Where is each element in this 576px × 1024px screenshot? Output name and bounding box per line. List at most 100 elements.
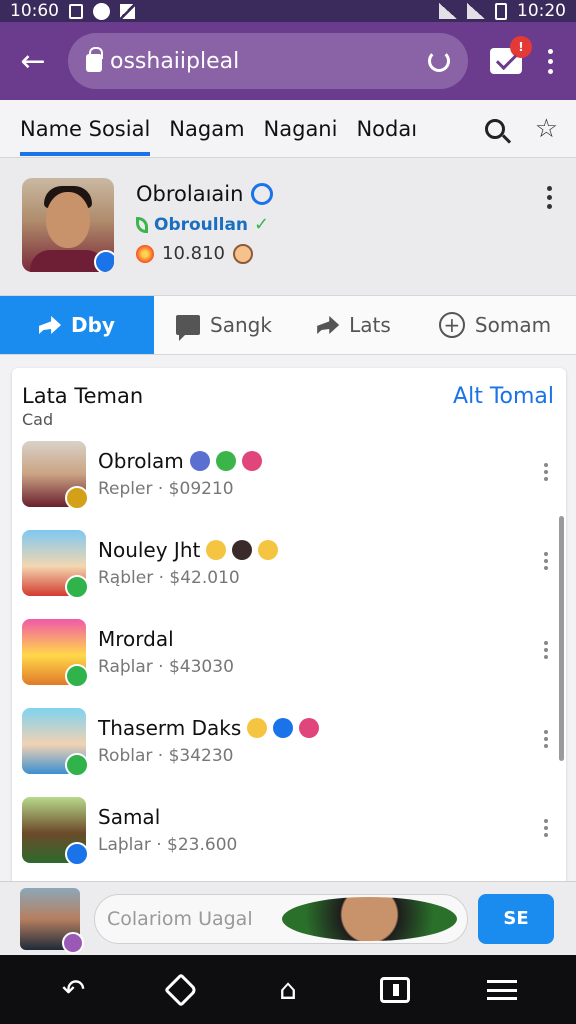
emoji-icon [258, 539, 279, 560]
card-title: Lata Teman [22, 384, 144, 408]
row-menu-icon[interactable] [544, 463, 548, 481]
notification-badge: ! [510, 36, 532, 58]
scrollbar[interactable] [559, 516, 564, 761]
friend-avatar[interactable] [22, 796, 89, 866]
emoji-icon [189, 450, 210, 471]
friend-avatar[interactable] [22, 618, 89, 688]
see-all-link[interactable]: Alt Tomal [453, 384, 554, 409]
thumbs-up-icon: ✓ [254, 214, 270, 235]
lock-icon [86, 47, 103, 72]
url-text: osshaiipleal [110, 48, 240, 74]
action-label: Lats [349, 313, 391, 337]
action-bar: Dby Sangk Lats + Somam [0, 295, 576, 355]
profile-stat: 10.810 [162, 243, 225, 264]
avatar-badge-icon [62, 931, 84, 954]
friend-meta: Rąbler · $42.010 [98, 567, 240, 588]
friend-row[interactable]: Nouley Jht Rąbler · $42.010 [12, 518, 566, 607]
leaf-icon [136, 216, 148, 233]
status-badge-icon [65, 485, 89, 510]
nav-tag-icon[interactable] [163, 972, 198, 1007]
action-lats[interactable]: Lats [294, 296, 414, 354]
action-dby[interactable]: Dby [0, 296, 154, 354]
signal-icon [467, 3, 485, 19]
profile-header: Obrolaıain Obroullan ✓ 10.810 [0, 158, 576, 295]
app-bar: ← osshaiipleal ! [0, 22, 576, 100]
status-clock: 10:20 [517, 1, 566, 21]
friend-meta: Repler · $09210 [98, 478, 234, 499]
friend-list: Obrolam Repler · $09210 Nouley Jht Rąbler ·… [12, 429, 566, 874]
comment-icon [176, 315, 201, 341]
friend-row[interactable]: Thaserm Daks Roblar · $34230 [12, 696, 566, 785]
status-badge-icon [65, 752, 89, 777]
friend-avatar[interactable] [22, 529, 89, 599]
profile-avatar[interactable] [22, 178, 114, 272]
status-badge-icon [65, 663, 89, 688]
row-menu-icon[interactable] [544, 730, 548, 748]
action-somam[interactable]: + Somam [414, 296, 576, 354]
share-icon [39, 316, 62, 334]
emoji-icon [215, 450, 236, 471]
message-input[interactable]: Colariom Uagal [94, 893, 468, 944]
friend-name: Samal [98, 804, 161, 829]
media-icon [93, 2, 110, 20]
my-avatar[interactable] [20, 887, 84, 954]
fire-icon [136, 244, 154, 263]
overflow-menu-icon[interactable] [548, 48, 553, 74]
friend-name: Obrolam [98, 448, 184, 473]
friends-card: Lata Teman Cad Alt Tomal Obrolam Repler ·… [12, 368, 566, 888]
friend-avatar[interactable] [22, 440, 89, 510]
nav-back-icon[interactable]: ↶ [59, 973, 89, 1006]
row-menu-icon[interactable] [544, 819, 548, 837]
friend-meta: Roblar · $34230 [98, 745, 234, 766]
tab-name-sosial[interactable]: Name Sosial [20, 100, 151, 158]
nav-home-icon[interactable]: ⌂ [273, 973, 303, 1006]
top-tabs: Name Sosial Nagam Nagani Nodaı ☆ [0, 100, 576, 158]
contact-avatar[interactable] [282, 896, 457, 941]
friend-meta: Raþlar · $43030 [98, 656, 234, 677]
emoji-icon [299, 717, 320, 738]
friend-row[interactable]: Obrolam Repler · $09210 [12, 429, 566, 518]
profile-name: Obrolaıain [136, 182, 244, 206]
profile-subtitle[interactable]: Obroullan [154, 215, 248, 235]
screenshot-icon [69, 3, 83, 19]
action-sangk[interactable]: Sangk [154, 296, 294, 354]
friend-row[interactable]: Mrordal Raþlar · $43030 [12, 607, 566, 696]
message-placeholder: Colariom Uagal [107, 907, 253, 930]
tab-nodai[interactable]: Nodaı [356, 100, 417, 158]
wifi-icon [439, 3, 457, 19]
row-menu-icon[interactable] [544, 641, 548, 659]
friend-name: Mrordal [98, 626, 174, 651]
nav-recents-icon[interactable] [380, 975, 411, 1005]
reload-icon[interactable] [428, 50, 450, 72]
action-label: Dby [71, 313, 115, 337]
emoji-icon [273, 717, 294, 738]
status-time: 10:60 [10, 1, 59, 21]
friend-row[interactable]: Samal Laþlar · $23.600 [12, 785, 566, 874]
star-icon[interactable]: ☆ [535, 116, 558, 142]
action-label: Somam [474, 313, 552, 337]
friend-meta: Laþlar · $23.600 [98, 834, 238, 855]
card-subtitle: Cad [22, 410, 54, 429]
profile-menu-icon[interactable] [547, 186, 552, 209]
url-bar[interactable]: osshaiipleal [68, 33, 468, 89]
back-arrow-icon[interactable]: ← [14, 42, 52, 80]
send-button[interactable]: SE [478, 893, 554, 944]
emoji-icon [232, 539, 253, 560]
tab-nagani[interactable]: Nagani [264, 100, 338, 158]
composer-bar: Colariom Uagal SE [0, 881, 576, 955]
action-label: Sangk [210, 313, 272, 337]
emoji-icon [247, 717, 268, 738]
plus-circle-icon: + [438, 312, 465, 338]
mute-icon [120, 3, 135, 19]
tab-nagam[interactable]: Nagam [169, 100, 244, 158]
nav-menu-icon[interactable] [487, 975, 518, 1005]
status-badge-icon [65, 841, 89, 866]
search-icon[interactable] [484, 118, 505, 139]
status-bar: 10:60 10:20 [0, 0, 576, 22]
emoji-icon [206, 539, 227, 560]
verified-badge-icon [94, 250, 114, 272]
friend-avatar[interactable] [22, 707, 89, 777]
status-badge-icon [65, 574, 89, 599]
inbox-icon[interactable]: ! [490, 36, 532, 74]
row-menu-icon[interactable] [544, 552, 548, 570]
